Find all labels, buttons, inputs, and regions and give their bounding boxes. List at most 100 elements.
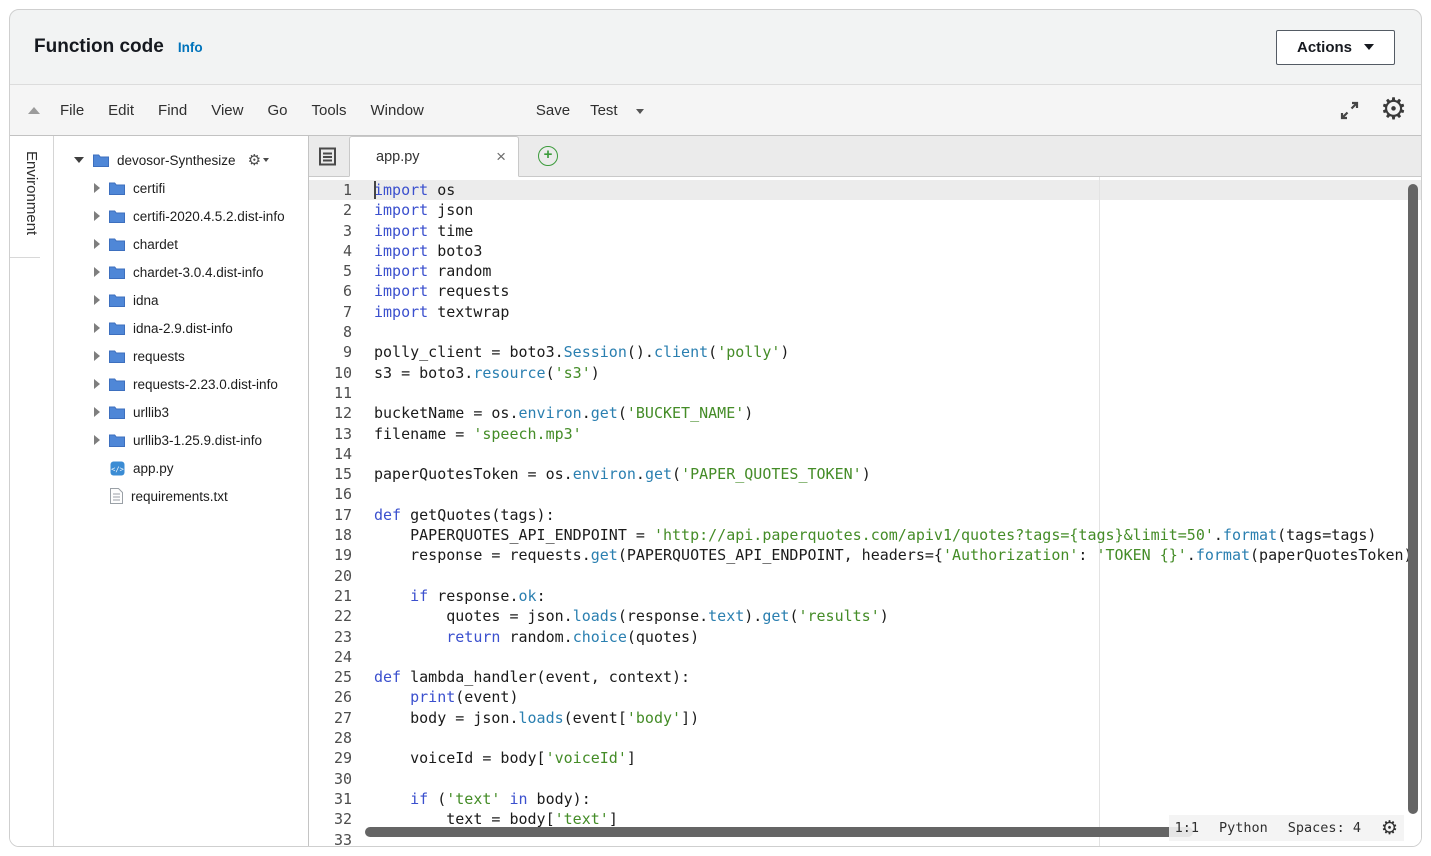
line-number[interactable]: 29 [309, 748, 352, 768]
line-number[interactable]: 11 [309, 383, 352, 403]
code-line[interactable]: import os [374, 180, 1413, 200]
tree-item-urllib3[interactable]: urllib3 [54, 398, 308, 426]
line-number[interactable]: 18 [309, 525, 352, 545]
code-line[interactable]: import json [374, 200, 1413, 220]
code-line[interactable]: import time [374, 221, 1413, 241]
line-number[interactable]: 4 [309, 241, 352, 261]
tab-size[interactable]: Spaces: 4 [1288, 818, 1361, 838]
tree-item-chardet-3.0.4.dist-info[interactable]: chardet-3.0.4.dist-info [54, 258, 308, 286]
line-number[interactable]: 13 [309, 424, 352, 444]
language-mode[interactable]: Python [1219, 818, 1268, 838]
code-line[interactable]: import textwrap [374, 302, 1413, 322]
line-number-gutter[interactable]: 1234567891011121314151617181920212223242… [309, 180, 361, 846]
code-line[interactable]: filename = 'speech.mp3' [374, 424, 1413, 444]
code-line[interactable]: return random.choice(quotes) [374, 627, 1413, 647]
code-line[interactable] [374, 484, 1413, 504]
actions-button[interactable]: Actions [1276, 30, 1395, 65]
line-number[interactable]: 5 [309, 261, 352, 281]
menu-edit[interactable]: Edit [96, 96, 146, 125]
code-line[interactable]: print(event) [374, 687, 1413, 707]
chevron-right-icon[interactable] [94, 323, 100, 333]
line-number[interactable]: 3 [309, 221, 352, 241]
cursor-position[interactable]: 1:1 [1175, 818, 1199, 838]
line-number[interactable]: 33 [309, 830, 352, 847]
code-line[interactable]: polly_client = boto3.Session().client('p… [374, 342, 1413, 362]
code-line[interactable] [374, 566, 1413, 586]
line-number[interactable]: 17 [309, 505, 352, 525]
tree-item-chardet[interactable]: chardet [54, 230, 308, 258]
code-line[interactable]: s3 = boto3.resource('s3') [374, 363, 1413, 383]
tree-item-app.py[interactable]: </>app.py [54, 454, 308, 482]
line-number[interactable]: 7 [309, 302, 352, 322]
menu-view[interactable]: View [199, 96, 255, 125]
tree-item-certifi[interactable]: certifi [54, 174, 308, 202]
code-line[interactable] [374, 383, 1413, 403]
line-number[interactable]: 23 [309, 627, 352, 647]
chevron-right-icon[interactable] [94, 379, 100, 389]
code-line[interactable]: bucketName = os.environ.get('BUCKET_NAME… [374, 403, 1413, 423]
line-number[interactable]: 12 [309, 403, 352, 423]
vertical-scrollbar[interactable] [1408, 184, 1418, 814]
code-line[interactable] [374, 322, 1413, 342]
line-number[interactable]: 31 [309, 789, 352, 809]
tab-app-py[interactable]: app.py × [349, 136, 519, 177]
code-line[interactable]: quotes = json.loads(response.text).get('… [374, 606, 1413, 626]
menu-file[interactable]: File [48, 96, 96, 125]
settings-gear-icon[interactable]: ⚙ [1380, 95, 1407, 125]
menu-tools[interactable]: Tools [299, 96, 358, 125]
line-number[interactable]: 15 [309, 464, 352, 484]
code-line[interactable]: PAPERQUOTES_API_ENDPOINT = 'http://api.p… [374, 525, 1413, 545]
tree-root-folder[interactable]: devosor-Synthesize ⚙ [54, 146, 308, 174]
code-line[interactable] [374, 728, 1413, 748]
code-editor[interactable]: 1234567891011121314151617181920212223242… [309, 177, 1421, 846]
tree-item-idna[interactable]: idna [54, 286, 308, 314]
line-number[interactable]: 20 [309, 566, 352, 586]
code-line[interactable]: import boto3 [374, 241, 1413, 261]
code-line[interactable] [374, 769, 1413, 789]
line-number[interactable]: 21 [309, 586, 352, 606]
code-line[interactable]: body = json.loads(event['body']) [374, 708, 1413, 728]
close-tab-icon[interactable]: × [496, 148, 506, 165]
tree-item-requirements.txt[interactable]: requirements.txt [54, 482, 308, 510]
chevron-right-icon[interactable] [94, 351, 100, 361]
code-line[interactable]: import requests [374, 281, 1413, 301]
chevron-right-icon[interactable] [94, 267, 100, 277]
line-number[interactable]: 10 [309, 363, 352, 383]
line-number[interactable]: 2 [309, 200, 352, 220]
line-number[interactable]: 9 [309, 342, 352, 362]
code-lines[interactable]: import osimport jsonimport timeimport bo… [361, 180, 1413, 846]
line-number[interactable]: 1 [309, 180, 352, 200]
line-number[interactable]: 32 [309, 809, 352, 829]
line-number[interactable]: 22 [309, 606, 352, 626]
chevron-right-icon[interactable] [94, 211, 100, 221]
info-link[interactable]: Info [178, 40, 203, 55]
menu-find[interactable]: Find [146, 96, 199, 125]
code-line[interactable]: def lambda_handler(event, context): [374, 667, 1413, 687]
tree-item-requests-2.23.0.dist-info[interactable]: requests-2.23.0.dist-info [54, 370, 308, 398]
tree-item-idna-2.9.dist-info[interactable]: idna-2.9.dist-info [54, 314, 308, 342]
save-button[interactable]: Save [526, 96, 580, 125]
horizontal-scrollbar[interactable] [365, 827, 1193, 837]
test-button[interactable]: Test [580, 96, 628, 125]
code-line[interactable]: paperQuotesToken = os.environ.get('PAPER… [374, 464, 1413, 484]
tree-item-requests[interactable]: requests [54, 342, 308, 370]
line-number[interactable]: 25 [309, 667, 352, 687]
chevron-right-icon[interactable] [94, 239, 100, 249]
code-line[interactable]: if ('text' in body): [374, 789, 1413, 809]
test-dropdown-button[interactable] [628, 95, 652, 125]
code-line[interactable] [374, 444, 1413, 464]
menu-window[interactable]: Window [359, 96, 436, 125]
statusbar-gear-icon[interactable]: ⚙ [1381, 819, 1398, 838]
environment-tab[interactable]: Environment [10, 136, 40, 258]
collapse-panel-icon[interactable] [28, 107, 40, 114]
line-number[interactable]: 28 [309, 728, 352, 748]
line-number[interactable]: 14 [309, 444, 352, 464]
chevron-right-icon[interactable] [94, 295, 100, 305]
new-tab-icon[interactable]: + [538, 146, 558, 166]
line-number[interactable]: 6 [309, 281, 352, 301]
fullscreen-icon[interactable] [1339, 100, 1360, 121]
code-line[interactable]: response = requests.get(PAPERQUOTES_API_… [374, 545, 1413, 565]
code-line[interactable] [374, 647, 1413, 667]
line-number[interactable]: 27 [309, 708, 352, 728]
menu-go[interactable]: Go [255, 96, 299, 125]
